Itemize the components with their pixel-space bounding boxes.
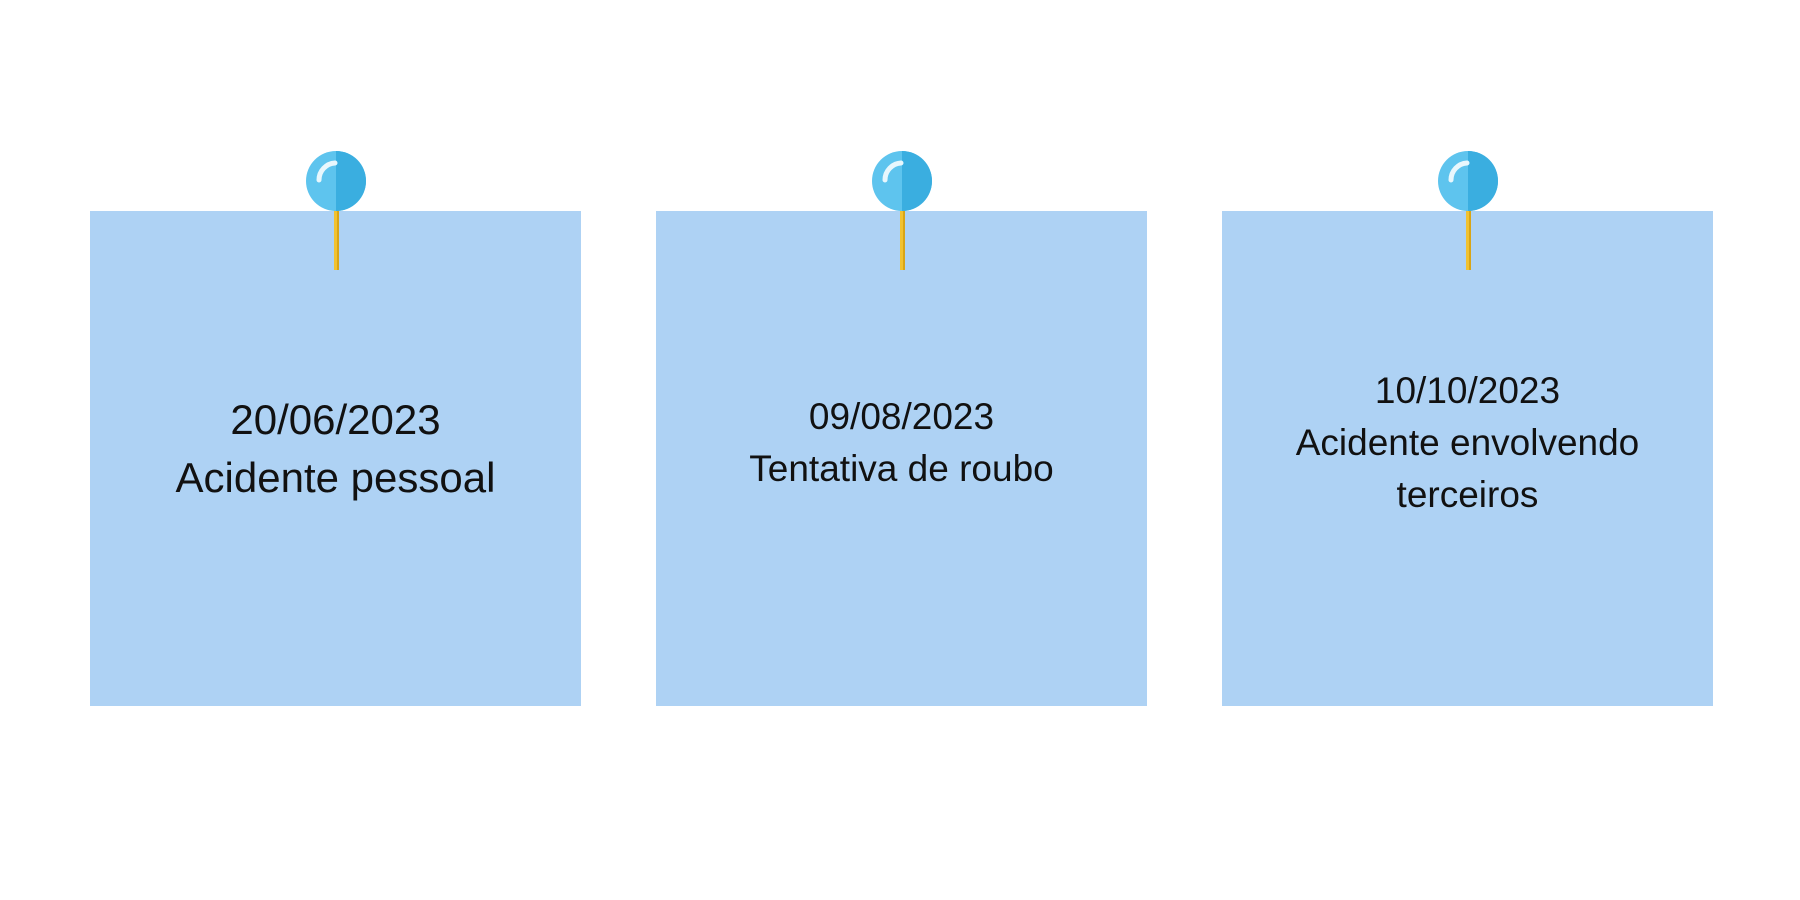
note-date-2: 09/08/2023 [808,395,995,437]
note-description-3: Acidente envolvendo terceiros [1295,421,1640,515]
note-date-1: 20/06/2023 [230,395,441,443]
pushpin-icon [871,150,933,270]
pushpin-icon [1437,150,1499,270]
note-description-1: Acidente pessoal [175,453,496,501]
pushpin-icon [305,150,367,270]
sticky-notes-board: 20/06/2023 Acidente pessoal 09/08/2023 T… [0,0,1800,900]
sticky-note-3: 10/10/2023 Acidente envolvendo terceiros [1222,211,1713,706]
note-text-3: 10/10/2023 Acidente envolvendo terceiros [1248,365,1688,521]
note-text-1: 20/06/2023 Acidente pessoal [156,391,516,507]
note-date-3: 10/10/2023 [1374,369,1561,411]
note-description-2: Tentativa de roubo [749,447,1054,489]
sticky-note-2: 09/08/2023 Tentativa de roubo [656,211,1147,706]
note-text-2: 09/08/2023 Tentativa de roubo [729,391,1073,495]
sticky-note-1: 20/06/2023 Acidente pessoal [90,211,581,706]
